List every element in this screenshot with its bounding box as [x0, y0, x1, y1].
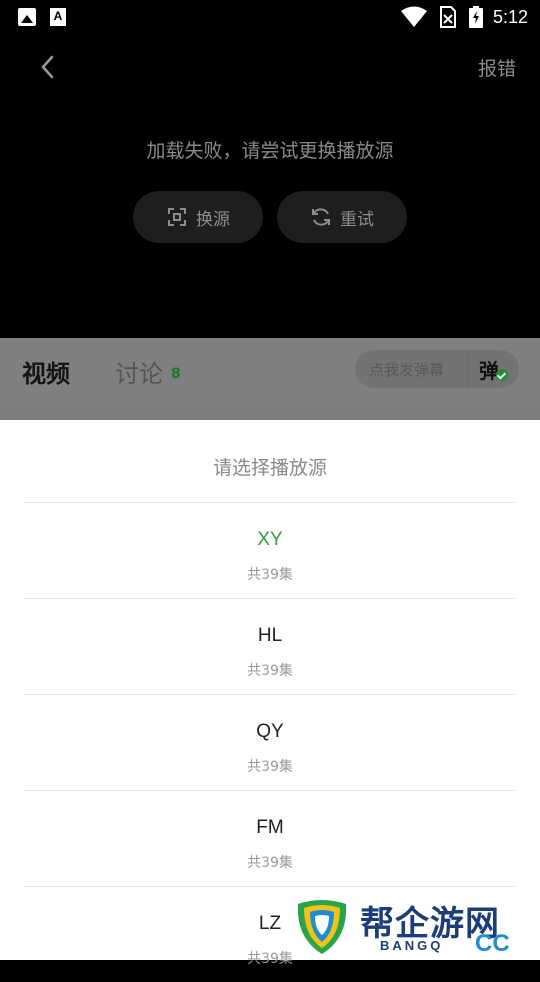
tab-discuss[interactable]: 讨论 [115, 354, 163, 389]
source-episodes: 共39集 [247, 567, 293, 583]
sheet-title: 请选择播放源 [212, 457, 327, 479]
watermark-logo: 帮企游网 BANGQ CC [290, 896, 540, 960]
source-name: FM [256, 817, 284, 838]
refresh-icon [312, 208, 330, 226]
tab-video[interactable]: 视频 [22, 354, 70, 389]
retry-button[interactable]: 重试 [277, 191, 407, 243]
discuss-count-badge: 8 [171, 366, 181, 382]
report-button[interactable]: 报错 [478, 54, 516, 81]
source-item-qy[interactable]: QY 共39集 [24, 694, 516, 790]
source-name: HL [257, 625, 283, 646]
source-episodes: 共39集 [247, 855, 293, 871]
source-item-hl[interactable]: HL 共39集 [24, 598, 516, 694]
source-picker-sheet: 请选择播放源 XY 共39集 HL 共39集 QY 共39集 FM 共39集 L… [0, 420, 540, 967]
watermark-domain: BANGQ [380, 938, 444, 953]
danmu-input[interactable]: 点我发弹幕 [369, 359, 444, 380]
switch-source-icon [168, 208, 186, 226]
back-arrow-icon[interactable] [36, 54, 62, 80]
shield-logo-icon [297, 900, 347, 954]
source-item-fm[interactable]: FM 共39集 [24, 790, 516, 886]
source-item-xy[interactable]: XY 共39集 [24, 502, 516, 598]
no-sim-icon [439, 6, 456, 28]
switch-source-label: 换源 [196, 209, 230, 230]
error-message: 加载失败，请尝试更换播放源 [146, 140, 394, 162]
source-name: QY [256, 721, 284, 742]
source-name: XY [257, 529, 283, 550]
danmu-toggle-button[interactable]: 弹 [479, 355, 499, 384]
danmu-bar: 点我发弹幕 弹 [355, 350, 519, 388]
dim-overlay[interactable] [0, 402, 540, 420]
source-episodes: 共39集 [247, 759, 293, 775]
battery-icon [468, 6, 483, 28]
retry-label: 重试 [340, 209, 374, 230]
video-player[interactable]: 报错 加载失败，请尝试更换播放源 换源 重试 [0, 36, 540, 338]
switch-source-button[interactable]: 换源 [133, 191, 263, 243]
status-bar: A 5:12 [0, 0, 540, 36]
text-notification-icon: A [50, 8, 66, 26]
wifi-icon [400, 6, 427, 27]
content-tabs: 视频 讨论 8 点我发弹幕 弹 [0, 338, 540, 402]
watermark-tld: CC [475, 930, 510, 957]
gallery-notification-icon [18, 8, 36, 26]
check-icon [496, 369, 508, 381]
danmu-divider [467, 350, 468, 388]
source-episodes: 共39集 [247, 663, 293, 679]
clock: 5:12 [492, 6, 528, 27]
